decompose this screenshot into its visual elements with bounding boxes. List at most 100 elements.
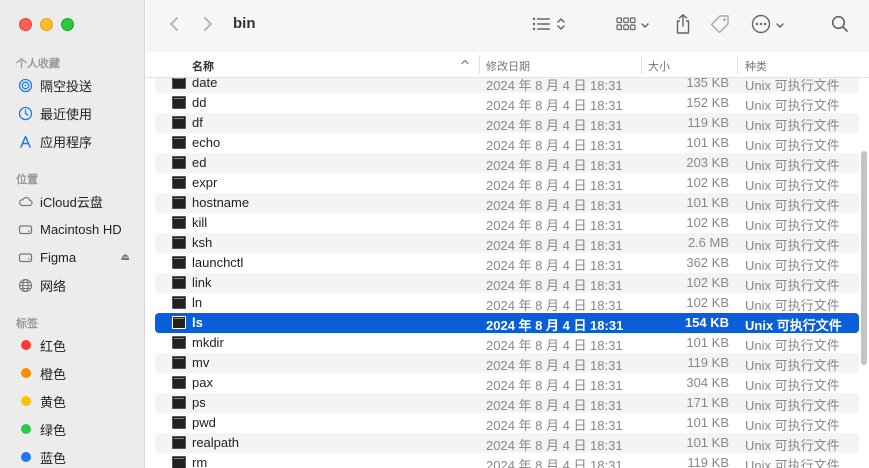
sidebar-item-applications[interactable]: 应用程序 bbox=[18, 130, 138, 152]
ellipsis-circle-icon bbox=[751, 14, 771, 39]
file-row[interactable]: launchctl 2024 年 8 月 4 日 18:31 362 KB Unix … bbox=[155, 253, 859, 273]
file-row[interactable]: echo 2024 年 8 月 4 日 18:31 101 KB Unix 可执行文件 bbox=[155, 133, 859, 153]
file-date: 2024 年 8 月 4 日 18:31 bbox=[486, 438, 623, 453]
file-row[interactable]: kill 2024 年 8 月 4 日 18:31 102 KB Unix 可执行文件 bbox=[155, 213, 859, 233]
file-row[interactable]: ed 2024 年 8 月 4 日 18:31 203 KB Unix 可执行文件 bbox=[155, 153, 859, 173]
file-name: launchctl bbox=[192, 255, 244, 270]
file-row[interactable]: rm 2024 年 8 月 4 日 18:31 119 KB Unix 可执行文件 bbox=[155, 453, 859, 468]
file-date: 2024 年 8 月 4 日 18:31 bbox=[486, 198, 623, 213]
view-list-button[interactable] bbox=[532, 12, 566, 40]
chevron-left-icon bbox=[169, 16, 179, 37]
column-header-size[interactable]: 大小 bbox=[648, 58, 670, 74]
file-date: 2024 年 8 月 4 日 18:31 bbox=[486, 298, 623, 313]
file-date: 2024 年 8 月 4 日 18:31 bbox=[486, 178, 623, 193]
sidebar-item-label: Macintosh HD bbox=[40, 221, 122, 237]
file-size: 102 KB bbox=[686, 275, 729, 290]
sidebar-tag-orange[interactable]: 橙色 bbox=[18, 362, 138, 384]
terminal-exec-icon bbox=[172, 156, 186, 169]
terminal-exec-icon bbox=[172, 236, 186, 249]
sidebar-item-icloud[interactable]: iCloud云盘 bbox=[18, 190, 138, 212]
file-row[interactable]: realpath 2024 年 8 月 4 日 18:31 101 KB Unix 可… bbox=[155, 433, 859, 453]
file-size: 203 KB bbox=[686, 155, 729, 170]
sidebar-tag-green[interactable]: 绿色 bbox=[18, 418, 138, 440]
file-name: ls bbox=[192, 315, 203, 330]
file-row[interactable]: pax 2024 年 8 月 4 日 18:31 304 KB Unix 可执行文件 bbox=[155, 373, 859, 393]
sidebar-item-label: 蓝色 bbox=[40, 450, 67, 466]
file-row[interactable]: df 2024 年 8 月 4 日 18:31 119 KB Unix 可执行文件 bbox=[155, 113, 859, 133]
close-button[interactable] bbox=[19, 18, 32, 31]
file-kind: Unix 可执行文件 bbox=[745, 458, 840, 468]
file-row[interactable]: date 2024 年 8 月 4 日 18:31 135 KB Unix 可执行文件 bbox=[155, 78, 859, 93]
file-row[interactable]: mkdir 2024 年 8 月 4 日 18:31 101 KB Unix 可执行文… bbox=[155, 333, 859, 353]
terminal-exec-icon bbox=[172, 136, 186, 149]
file-row[interactable]: mv 2024 年 8 月 4 日 18:31 119 KB Unix 可执行文件 bbox=[155, 353, 859, 373]
file-size: 119 KB bbox=[687, 355, 729, 370]
file-name: realpath bbox=[192, 435, 239, 450]
column-header-kind[interactable]: 种类 bbox=[745, 58, 767, 74]
action-menu-button[interactable] bbox=[751, 12, 785, 40]
chevron-down-icon bbox=[640, 17, 650, 35]
terminal-exec-icon bbox=[172, 336, 186, 349]
file-row[interactable]: ps 2024 年 8 月 4 日 18:31 171 KB Unix 可执行文件 bbox=[155, 393, 859, 413]
file-name: pwd bbox=[192, 415, 216, 430]
sidebar-tag-red[interactable]: 红色 bbox=[18, 334, 138, 356]
file-size: 2.6 MB bbox=[687, 235, 729, 250]
share-icon bbox=[674, 13, 692, 40]
file-name: df bbox=[192, 115, 203, 130]
back-button[interactable] bbox=[162, 13, 186, 39]
file-row[interactable]: pwd 2024 年 8 月 4 日 18:31 101 KB Unix 可执行文件 bbox=[155, 413, 859, 433]
sort-ascending-icon[interactable] bbox=[460, 57, 470, 70]
file-row[interactable]: link 2024 年 8 月 4 日 18:31 102 KB Unix 可执行文件 bbox=[155, 273, 859, 293]
sidebar-item-network[interactable]: 网络 bbox=[18, 274, 138, 296]
file-date: 2024 年 8 月 4 日 18:31 bbox=[486, 98, 623, 113]
file-row[interactable]: hostname 2024 年 8 月 4 日 18:31 101 KB Unix 可… bbox=[155, 193, 859, 213]
file-row-selected[interactable]: ls 2024 年 8 月 4 日 18:31 154 KB Unix 可执行文件 bbox=[155, 313, 859, 333]
sidebar-item-figma[interactable]: Figma ⏏ bbox=[18, 246, 138, 268]
column-header-date[interactable]: 修改日期 bbox=[486, 58, 530, 74]
sidebar-tag-yellow[interactable]: 黄色 bbox=[18, 390, 138, 412]
file-size: 171 KB bbox=[686, 395, 729, 410]
sidebar-item-label: iCloud云盘 bbox=[40, 194, 103, 210]
terminal-exec-icon bbox=[172, 116, 186, 129]
sidebar-item-label: 绿色 bbox=[40, 422, 67, 438]
search-button[interactable] bbox=[831, 12, 849, 40]
column-divider[interactable] bbox=[479, 55, 480, 74]
sidebar-tag-blue[interactable]: 蓝色 bbox=[18, 446, 138, 468]
forward-button[interactable] bbox=[196, 13, 220, 39]
vertical-scrollbar[interactable] bbox=[861, 151, 867, 365]
file-kind: Unix 可执行文件 bbox=[745, 398, 840, 413]
file-date: 2024 年 8 月 4 日 18:31 bbox=[486, 158, 623, 173]
terminal-exec-icon bbox=[172, 296, 186, 309]
terminal-exec-icon bbox=[172, 376, 186, 389]
file-row[interactable]: ksh 2024 年 8 月 4 日 18:31 2.6 MB Unix 可执行文件 bbox=[155, 233, 859, 253]
file-size: 101 KB bbox=[686, 135, 729, 150]
group-button[interactable] bbox=[616, 12, 650, 40]
tags-button[interactable] bbox=[709, 12, 731, 40]
file-name: link bbox=[192, 275, 212, 290]
sidebar-item-macintosh-hd[interactable]: Macintosh HD bbox=[18, 218, 138, 240]
file-kind: Unix 可执行文件 bbox=[745, 178, 840, 193]
column-divider[interactable] bbox=[641, 55, 642, 74]
file-name: echo bbox=[192, 135, 221, 150]
eject-icon[interactable]: ⏏ bbox=[121, 252, 130, 263]
zoom-button[interactable] bbox=[61, 18, 74, 31]
column-divider[interactable] bbox=[737, 55, 738, 74]
file-name: ed bbox=[192, 155, 207, 170]
column-header-name[interactable]: 名称 bbox=[192, 58, 214, 74]
file-row[interactable]: expr 2024 年 8 月 4 日 18:31 102 KB Unix 可执行文件 bbox=[155, 173, 859, 193]
file-date: 2024 年 8 月 4 日 18:31 bbox=[486, 118, 623, 133]
file-name: ps bbox=[192, 395, 206, 410]
chevron-right-icon bbox=[203, 16, 213, 37]
share-button[interactable] bbox=[674, 12, 692, 40]
file-kind: Unix 可执行文件 bbox=[745, 238, 840, 253]
chevron-down-icon bbox=[775, 17, 785, 35]
sidebar-item-recents[interactable]: 最近使用 bbox=[18, 102, 138, 124]
file-row[interactable]: ln 2024 年 8 月 4 日 18:31 102 KB Unix 可执行文件 bbox=[155, 293, 859, 313]
file-row[interactable]: dd 2024 年 8 月 4 日 18:31 152 KB Unix 可执行文件 bbox=[155, 93, 859, 113]
search-icon bbox=[831, 15, 849, 38]
file-date: 2024 年 8 月 4 日 18:31 bbox=[486, 458, 623, 468]
sidebar-item-airdrop[interactable]: 隔空投送 bbox=[18, 74, 138, 96]
minimize-button[interactable] bbox=[40, 18, 53, 31]
terminal-exec-icon bbox=[172, 436, 186, 449]
terminal-exec-icon bbox=[172, 356, 186, 369]
